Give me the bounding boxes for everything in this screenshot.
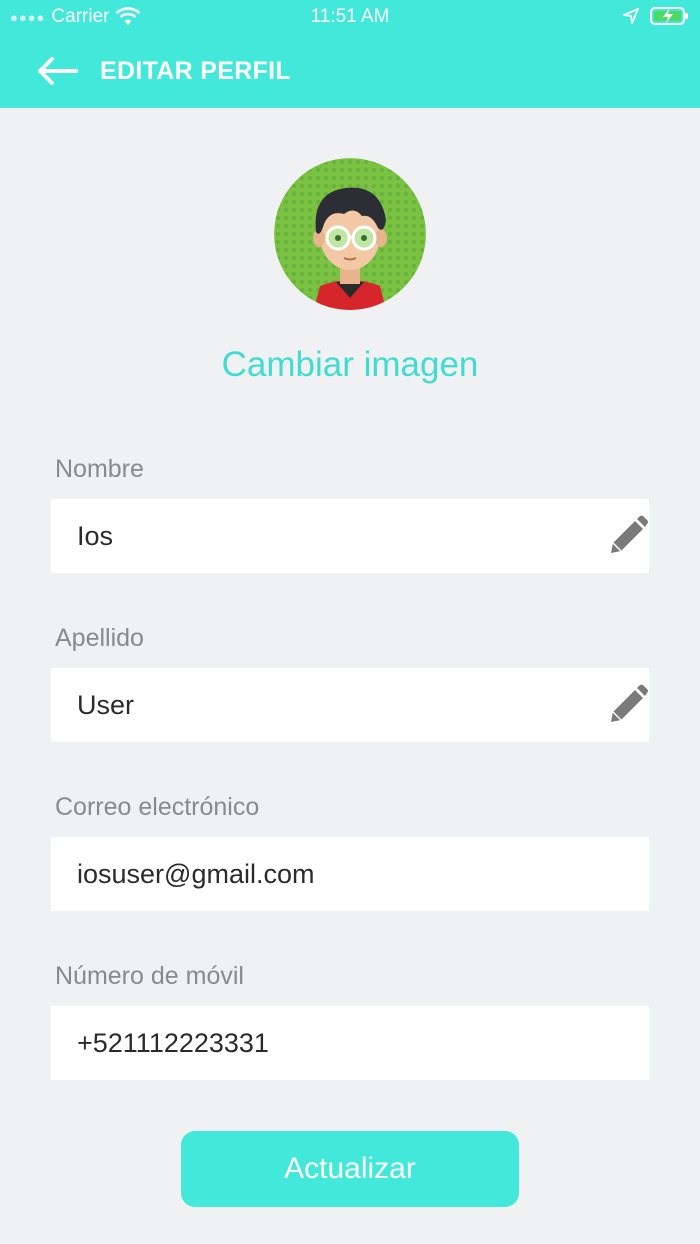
last-name-field[interactable]: User [51, 668, 649, 742]
pencil-icon[interactable] [607, 515, 649, 557]
email-value: iosuser@gmail.com [77, 859, 315, 889]
email-field: iosuser@gmail.com [51, 837, 649, 911]
update-button[interactable]: Actualizar [181, 1131, 519, 1207]
phone-field: +521112223331 [51, 1006, 649, 1080]
location-arrow-icon [623, 8, 639, 24]
phone-label: Número de móvil [55, 962, 244, 990]
first-name-field[interactable]: Ios [51, 499, 649, 573]
status-bar: ●●●● Carrier 11:51 AM [0, 0, 700, 34]
pencil-icon[interactable] [607, 684, 649, 726]
last-name-label: Apellido [55, 624, 144, 652]
battery-charging-icon [650, 7, 688, 25]
email-label: Correo electrónico [55, 793, 260, 821]
status-time: 11:51 AM [310, 6, 390, 27]
back-button[interactable] [36, 52, 80, 90]
last-name-value[interactable]: User [77, 668, 134, 742]
app-header: ●●●● Carrier 11:51 AM EDITAR PERFIL [0, 0, 700, 108]
arrow-left-icon [38, 57, 78, 85]
page-title: EDITAR PERFIL [100, 57, 291, 85]
avatar[interactable] [274, 158, 426, 310]
change-image-link[interactable]: Cambiar imagen [0, 345, 700, 385]
phone-value: +521112223331 [77, 1028, 269, 1058]
first-name-value[interactable]: Ios [77, 499, 113, 573]
first-name-label: Nombre [55, 455, 144, 483]
